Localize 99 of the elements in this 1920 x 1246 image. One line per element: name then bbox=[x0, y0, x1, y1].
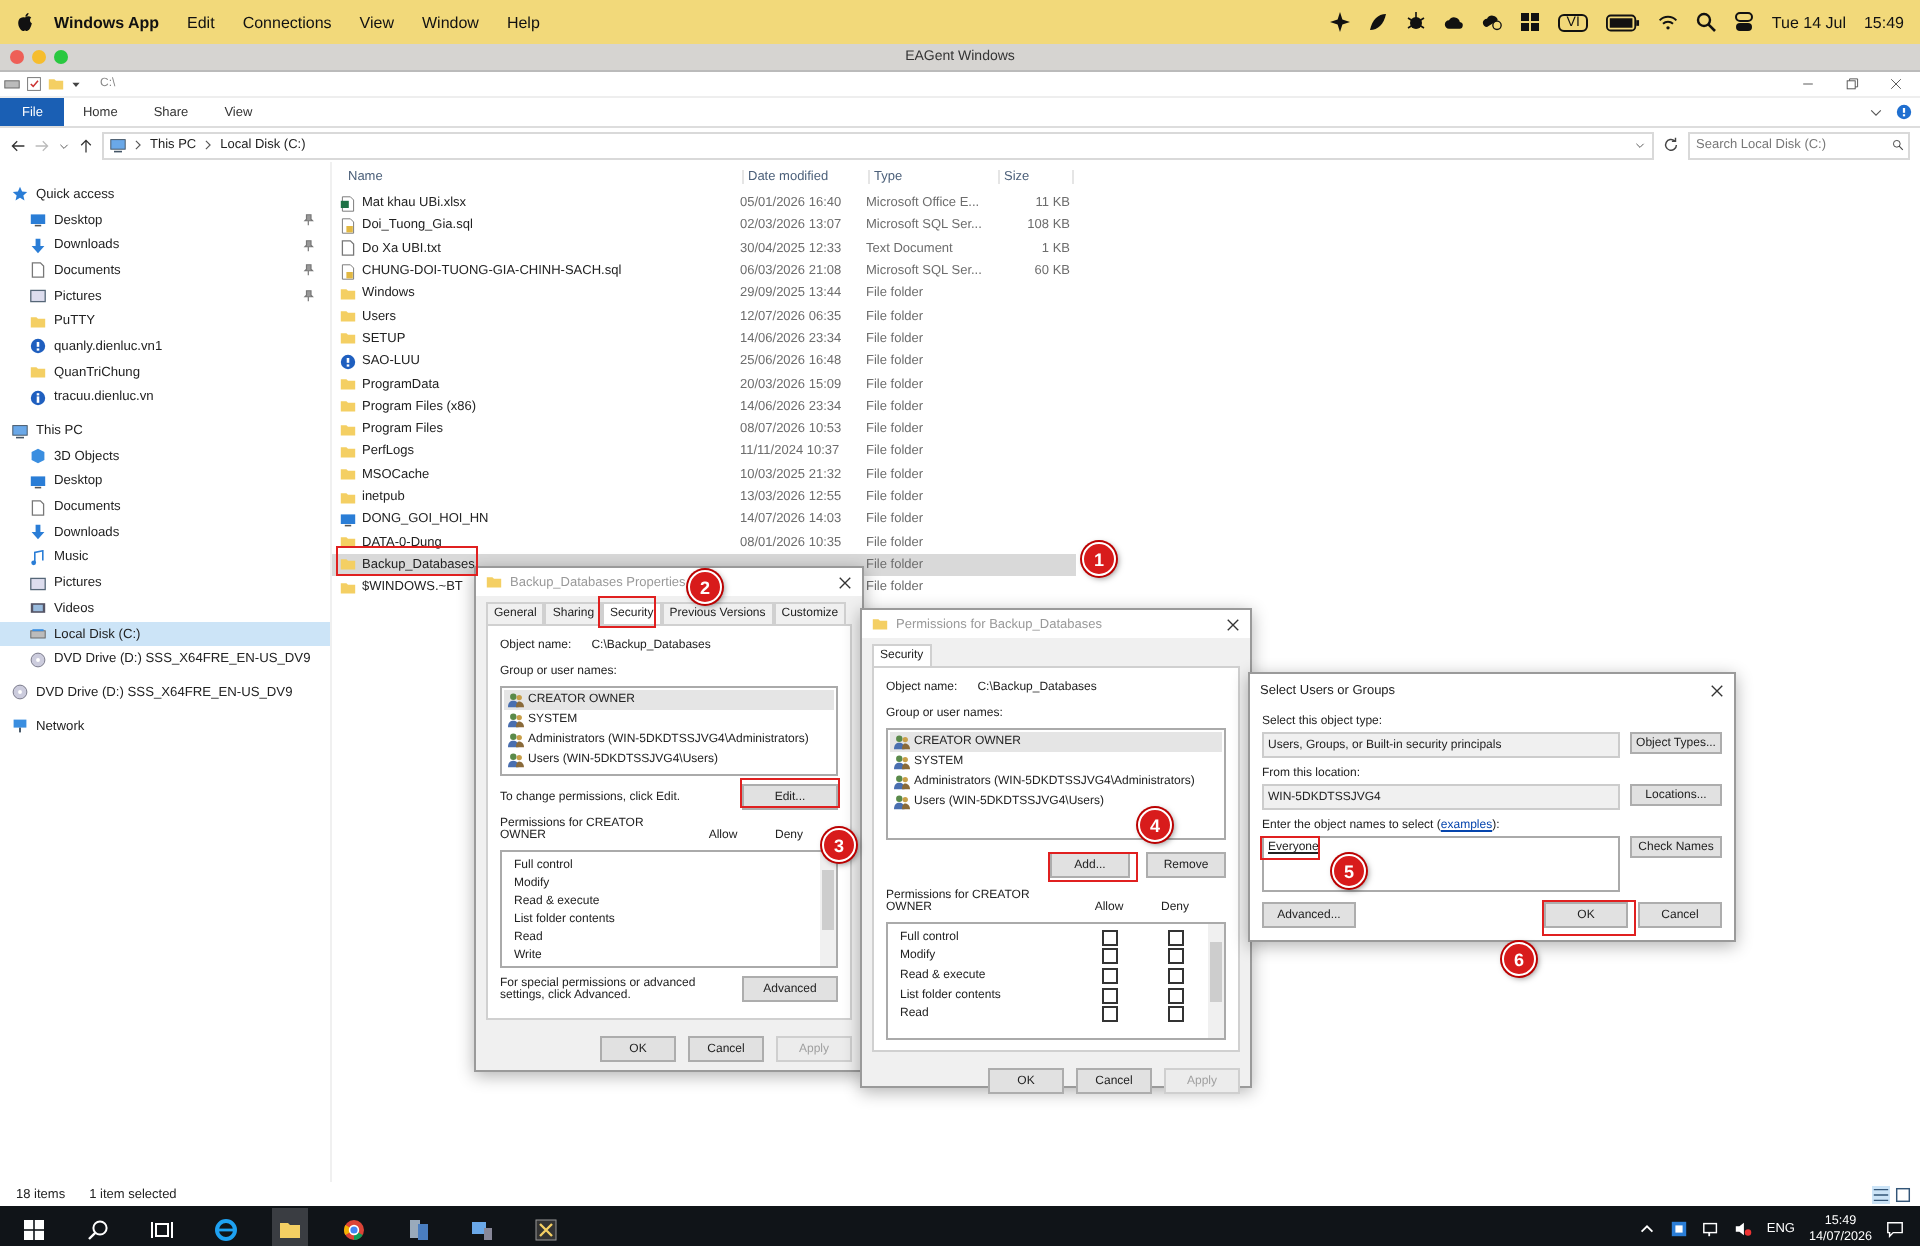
computer-icon bbox=[12, 423, 28, 440]
search-icon bbox=[1892, 138, 1904, 152]
step-number-badge: 2 bbox=[688, 570, 722, 604]
cloud-sync-icon[interactable] bbox=[1482, 12, 1503, 32]
menu-bar-time[interactable]: 15:49 bbox=[1863, 13, 1904, 31]
info-icon bbox=[30, 389, 46, 406]
app-menu[interactable]: Windows App bbox=[54, 13, 160, 31]
details-view-icon[interactable] bbox=[1872, 1185, 1890, 1203]
scrollbar[interactable] bbox=[1208, 924, 1224, 1038]
battery-icon[interactable] bbox=[1605, 13, 1640, 31]
chevron-icon[interactable] bbox=[1868, 104, 1884, 120]
menu-item[interactable]: Window bbox=[422, 13, 479, 31]
drive-icon bbox=[30, 626, 46, 643]
step-number-badge: 4 bbox=[1138, 808, 1172, 842]
computer-icon bbox=[110, 137, 126, 153]
script-file-icon bbox=[340, 263, 356, 280]
users-icon bbox=[894, 794, 910, 810]
cloud-icon[interactable] bbox=[1444, 12, 1465, 32]
menu-item[interactable]: Help bbox=[506, 13, 540, 31]
step-number-badge: 1 bbox=[1082, 542, 1116, 576]
leaf-icon[interactable] bbox=[1368, 12, 1389, 32]
deny-checkbox[interactable] bbox=[1167, 1006, 1183, 1023]
chevron-icon bbox=[132, 138, 144, 152]
close-icon[interactable] bbox=[1226, 617, 1240, 631]
allow-checkbox[interactable] bbox=[1101, 948, 1117, 965]
users-icon bbox=[508, 712, 524, 728]
spreadsheet-icon bbox=[340, 195, 356, 212]
document-icon bbox=[340, 240, 356, 257]
document-icon bbox=[30, 499, 46, 516]
drive-icon[interactable] bbox=[4, 76, 20, 92]
picture-icon bbox=[30, 288, 46, 305]
deny-checkbox[interactable] bbox=[1167, 987, 1183, 1004]
menu-item[interactable]: Edit bbox=[187, 13, 215, 31]
apple-logo-icon[interactable] bbox=[16, 11, 34, 33]
restore-icon[interactable] bbox=[1844, 76, 1860, 92]
music-note-icon bbox=[30, 549, 46, 566]
highlight-frame bbox=[1260, 836, 1320, 860]
folder-icon bbox=[30, 313, 46, 330]
folder-icon bbox=[872, 616, 888, 632]
folder-icon bbox=[30, 364, 46, 381]
volume-muted-icon[interactable] bbox=[1734, 1220, 1753, 1238]
users-icon bbox=[894, 734, 910, 750]
allow-checkbox[interactable] bbox=[1101, 967, 1117, 984]
disc-icon bbox=[30, 651, 46, 668]
deny-checkbox[interactable] bbox=[1167, 967, 1183, 984]
back-arrow-icon[interactable] bbox=[10, 137, 26, 153]
menu-item[interactable]: View bbox=[359, 13, 394, 31]
allow-checkbox[interactable] bbox=[1101, 929, 1117, 946]
highlight-frame bbox=[598, 596, 656, 628]
star-icon bbox=[12, 186, 28, 203]
highlight-frame bbox=[1048, 852, 1138, 882]
monitor-icon bbox=[30, 212, 46, 229]
users-icon bbox=[508, 692, 524, 708]
picture-icon bbox=[30, 575, 46, 592]
highlight-frame bbox=[740, 778, 840, 808]
properties-icon[interactable] bbox=[26, 76, 42, 92]
download-arrow-icon bbox=[30, 524, 46, 541]
control-center-icon[interactable] bbox=[1733, 12, 1754, 32]
folder-icon[interactable] bbox=[272, 1207, 308, 1246]
users-icon bbox=[894, 754, 910, 770]
scrollbar[interactable] bbox=[820, 852, 836, 966]
close-icon[interactable] bbox=[1888, 76, 1904, 92]
monitor-icon bbox=[340, 511, 356, 528]
download-arrow-icon bbox=[30, 237, 46, 254]
monitor-icon bbox=[30, 473, 46, 490]
bug-icon[interactable] bbox=[1406, 12, 1427, 32]
notification-icon[interactable] bbox=[1886, 1220, 1904, 1238]
close-icon[interactable] bbox=[1710, 683, 1724, 697]
chevron-up-icon[interactable] bbox=[1638, 1220, 1657, 1238]
deny-checkbox[interactable] bbox=[1167, 948, 1183, 965]
menu-bar-date[interactable]: Tue 14 Jul bbox=[1771, 13, 1846, 31]
users-icon bbox=[508, 732, 524, 748]
allow-checkbox[interactable] bbox=[1101, 987, 1117, 1004]
search-icon[interactable] bbox=[1695, 12, 1716, 32]
sparkle-icon[interactable] bbox=[1330, 12, 1351, 32]
allow-checkbox[interactable] bbox=[1101, 1006, 1117, 1023]
users-icon bbox=[894, 774, 910, 790]
script-file-icon bbox=[340, 217, 356, 234]
close-icon[interactable] bbox=[838, 575, 852, 589]
step-number-badge: 3 bbox=[822, 828, 856, 862]
grid-icon[interactable] bbox=[1520, 12, 1541, 32]
large-icons-view-icon[interactable] bbox=[1894, 1185, 1912, 1203]
deny-checkbox[interactable] bbox=[1167, 929, 1183, 946]
highlight-frame bbox=[1542, 900, 1636, 936]
app-tray-icon[interactable] bbox=[1670, 1220, 1689, 1238]
chevron-icon bbox=[202, 138, 215, 152]
wifi-icon[interactable] bbox=[1657, 12, 1678, 32]
cube-icon bbox=[30, 448, 46, 465]
document-icon bbox=[30, 262, 46, 279]
step-number-badge: 5 bbox=[1332, 854, 1366, 888]
step-number-badge: 6 bbox=[1502, 942, 1536, 976]
caret-icon[interactable] bbox=[70, 78, 82, 90]
menu-item[interactable]: Connections bbox=[242, 13, 332, 31]
disc-icon bbox=[12, 684, 28, 701]
refresh-icon[interactable] bbox=[1662, 136, 1680, 154]
film-icon bbox=[30, 600, 46, 617]
up-arrow-icon[interactable] bbox=[78, 137, 94, 153]
users-icon bbox=[508, 752, 524, 768]
highlight-frame bbox=[336, 546, 478, 576]
